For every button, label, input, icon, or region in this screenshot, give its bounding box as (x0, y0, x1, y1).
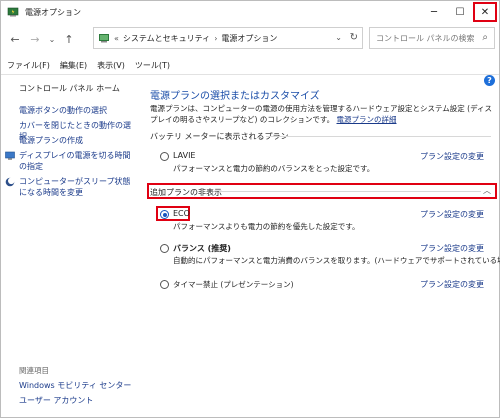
search-placeholder: コントロール パネルの検索 (376, 33, 475, 43)
page-description: 電源プランは、コンピューターの電源の使用方法を管理するハードウェア設定とシステム… (150, 103, 494, 125)
maximize-button[interactable]: ☐ (447, 1, 473, 23)
up-button[interactable]: ↑ (59, 29, 79, 49)
plan-presentation-name[interactable]: タイマー禁止 (プレゼンテーション) (173, 279, 294, 290)
address-bar[interactable]: « システムとセキュリティ › 電源オプション ⌄ ↻ (93, 27, 363, 49)
display-off-time-link[interactable]: ディスプレイの電源を切る時間の指定 (19, 150, 134, 172)
power-options-icon (7, 7, 19, 17)
plan-balanced-name[interactable]: バランス (推奨) (173, 243, 231, 254)
search-input[interactable]: コントロール パネルの検索 ⌕ (369, 27, 495, 49)
plan-balanced-radio[interactable] (160, 244, 169, 253)
plan-eco-desc: パフォーマンスよりも電力の節約を優先した設定です。 (173, 222, 360, 231)
plan-lavie-settings-link[interactable]: プラン設定の変更 (420, 151, 484, 162)
main-pane: ? 電源プランの選択またはカスタマイズ 電源プランは、コンピューターの電源の使用… (141, 75, 500, 417)
menu-view[interactable]: 表示(V) (97, 60, 125, 71)
recent-locations-button[interactable]: ⌄ (45, 29, 59, 49)
minimize-button[interactable]: ─ (421, 1, 447, 23)
back-button[interactable]: ← (5, 29, 25, 49)
forward-button[interactable]: → (25, 29, 45, 49)
related-label: 関連項目 (19, 366, 49, 375)
search-icon[interactable]: ⌕ (482, 32, 488, 43)
plan-eco-radio[interactable] (160, 210, 169, 219)
window-title: 電源オプション (25, 7, 81, 17)
sleep-time-link[interactable]: コンピューターがスリープ状態になる時間を変更 (19, 176, 134, 198)
plan-lavie-name[interactable]: LAVIE (173, 151, 196, 160)
choose-power-button-link[interactable]: 電源ボタンの動作の選択 (19, 105, 134, 116)
breadcrumb-overflow[interactable]: « (114, 34, 119, 43)
plan-balanced-settings-link[interactable]: プラン設定の変更 (420, 243, 484, 254)
address-dropdown-icon[interactable]: ⌄ (335, 33, 342, 42)
plan-presentation-radio[interactable] (160, 280, 169, 289)
power-plan-details-link[interactable]: 電源プランの詳細 (337, 115, 397, 124)
battery-section-line (266, 136, 491, 137)
user-accounts-link[interactable]: ユーザー アカウント (19, 395, 93, 406)
menu-file[interactable]: ファイル(F) (7, 60, 50, 71)
control-panel-home-link[interactable]: コントロール パネル ホーム (19, 83, 120, 94)
sleep-moon-icon (5, 177, 15, 187)
plan-balanced-desc: 自動的にパフォーマンスと電力消費のバランスを取ります。(ハードウェアでサポートさ… (173, 256, 500, 265)
display-icon (5, 151, 15, 160)
description-text: 電源プランは、コンピューターの電源の使用方法を管理するハードウェア設定とシステム… (150, 104, 493, 124)
navigation-bar: ← → ⌄ ↑ « システムとセキュリティ › 電源オプション ⌄ ↻ コントロ… (1, 27, 499, 51)
menu-bar: ファイル(F) 編集(E) 表示(V) ツール(T) (1, 57, 499, 73)
create-power-plan-link[interactable]: 電源プランの作成 (19, 135, 134, 146)
caption-buttons: ─ ☐ ✕ (421, 1, 499, 23)
plan-eco-name[interactable]: ECO (173, 209, 190, 218)
page-title: 電源プランの選択またはカスタマイズ (150, 91, 320, 102)
menu-edit[interactable]: 編集(E) (60, 60, 87, 71)
close-button[interactable]: ✕ (473, 2, 497, 22)
breadcrumb-system-security[interactable]: システムとセキュリティ (123, 33, 210, 44)
hidden-plans-heading[interactable]: 追加プランの非表示 (150, 187, 222, 198)
left-pane: コントロール パネル ホーム 電源ボタンの動作の選択 カバーを閉じたときの動作の… (1, 75, 141, 417)
hidden-section-line (219, 191, 481, 192)
menu-tools[interactable]: ツール(T) (135, 60, 170, 71)
collapse-chevron-icon[interactable]: ︿ (483, 185, 491, 196)
breadcrumb-separator[interactable]: › (214, 34, 217, 43)
plan-eco-settings-link[interactable]: プラン設定の変更 (420, 209, 484, 220)
plan-lavie-radio[interactable] (160, 152, 169, 161)
refresh-icon[interactable]: ↻ (350, 32, 358, 43)
plan-presentation-settings-link[interactable]: プラン設定の変更 (420, 279, 484, 290)
plan-lavie-desc: パフォーマンスと電力の節約のバランスをとった設定です。 (173, 164, 375, 173)
control-panel-icon (99, 34, 109, 43)
mobility-center-link[interactable]: Windows モビリティ センター (19, 380, 131, 391)
power-options-window: 電源オプション ─ ☐ ✕ ← → ⌄ ↑ « システムとセキュリティ › 電源… (0, 0, 500, 418)
title-bar: 電源オプション ─ ☐ ✕ (1, 1, 499, 23)
help-icon[interactable]: ? (484, 75, 495, 86)
breadcrumb-power-options[interactable]: 電源オプション (221, 33, 277, 44)
